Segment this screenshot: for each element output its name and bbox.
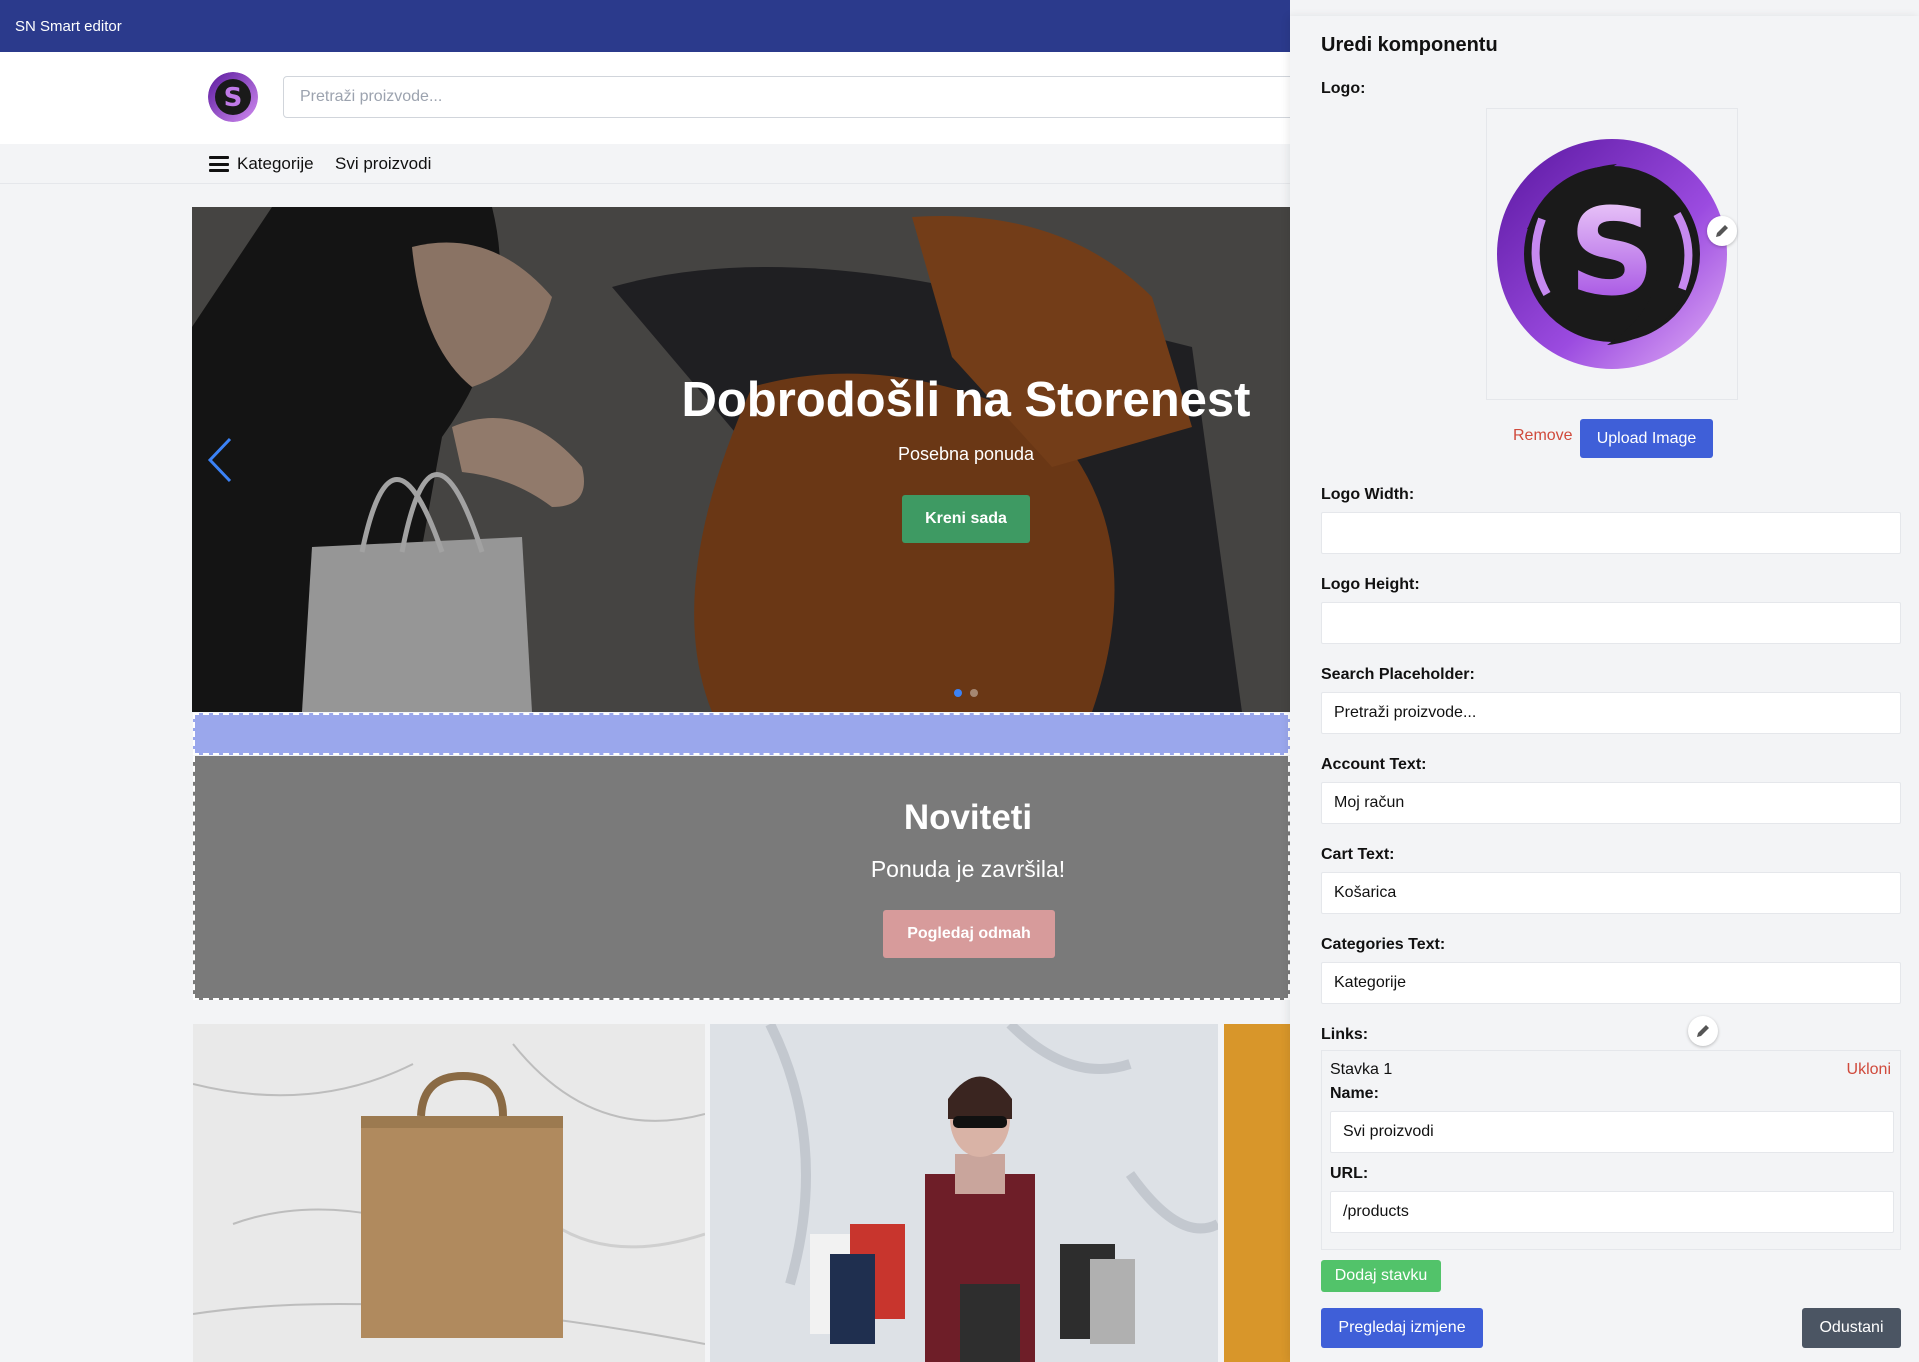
logo-width-label: Logo Width: xyxy=(1321,486,1415,503)
link-url-label: URL: xyxy=(1330,1165,1369,1182)
remove-link-item[interactable]: Ukloni xyxy=(1847,1061,1891,1079)
edit-links-pencil-icon[interactable] xyxy=(1688,1016,1718,1046)
component-drop-zone[interactable] xyxy=(193,713,1290,755)
hamburger-menu-icon[interactable] xyxy=(209,156,229,172)
logo-preview: S xyxy=(1486,108,1738,400)
store-search-input[interactable] xyxy=(283,76,1323,118)
categories-text-input[interactable] xyxy=(1321,962,1901,1004)
hero-title: Dobrodošli na Storenest xyxy=(681,373,1251,427)
editor-topbar: SN Smart editor xyxy=(0,0,1290,52)
chevron-left-icon[interactable] xyxy=(204,435,234,485)
link-item-title: Stavka 1 xyxy=(1330,1061,1393,1078)
cancel-button[interactable]: Odustani xyxy=(1802,1308,1901,1348)
nav-categories[interactable]: Kategorije xyxy=(237,154,314,174)
panel-title: Uredi komponentu xyxy=(1321,34,1498,56)
nav-all-products[interactable]: Svi proizvodi xyxy=(335,154,431,174)
hero-subtitle: Posebna ponuda xyxy=(897,444,1035,464)
slider-dot[interactable] xyxy=(970,689,978,697)
product-tile[interactable] xyxy=(1224,1024,1290,1362)
svg-text:S: S xyxy=(1569,184,1655,323)
link-name-input[interactable] xyxy=(1330,1111,1894,1153)
slider-dot[interactable] xyxy=(954,689,962,697)
cart-text-label: Cart Text: xyxy=(1321,846,1395,863)
account-text-input[interactable] xyxy=(1321,782,1901,824)
product-image xyxy=(710,1024,1218,1362)
upload-image-button[interactable]: Upload Image xyxy=(1580,419,1713,458)
add-item-button[interactable]: Dodaj stavku xyxy=(1321,1260,1441,1292)
links-label: Links: xyxy=(1321,1026,1369,1043)
promo-cta-button[interactable]: Pogledaj odmah xyxy=(883,910,1055,958)
product-image xyxy=(193,1024,705,1362)
promo-section[interactable]: Noviteti Ponuda je završila! Pogledaj od… xyxy=(193,756,1290,1000)
store-header: S xyxy=(0,52,1323,144)
cart-text-input[interactable] xyxy=(1321,872,1901,914)
svg-text:S: S xyxy=(224,83,243,113)
product-tile[interactable] xyxy=(710,1024,1218,1362)
product-tile[interactable] xyxy=(193,1024,705,1362)
link-item-card: Stavka 1 Ukloni Name: URL: xyxy=(1321,1050,1901,1250)
account-text-label: Account Text: xyxy=(1321,756,1427,773)
preview-changes-button[interactable]: Pregledaj izmjene xyxy=(1321,1308,1483,1348)
logo-width-input[interactable] xyxy=(1321,512,1901,554)
hero-slider: Dobrodošli na Storenest Posebna ponuda K… xyxy=(192,207,1290,712)
categories-text-label: Categories Text: xyxy=(1321,936,1446,953)
remove-logo-link[interactable]: Remove xyxy=(1513,427,1573,445)
search-placeholder-label: Search Placeholder: xyxy=(1321,666,1475,683)
link-url-input[interactable] xyxy=(1330,1191,1894,1233)
slider-dots xyxy=(954,689,978,697)
search-placeholder-input[interactable] xyxy=(1321,692,1901,734)
store-logo[interactable]: S xyxy=(208,72,258,122)
logo-label: Logo: xyxy=(1321,80,1366,97)
app-title: SN Smart editor xyxy=(15,17,122,35)
logo-height-label: Logo Height: xyxy=(1321,576,1420,593)
logo-height-input[interactable] xyxy=(1321,602,1901,644)
logo-image: S xyxy=(1497,139,1727,369)
product-image xyxy=(1224,1024,1290,1362)
edit-logo-pencil-icon[interactable] xyxy=(1707,216,1737,246)
link-name-label: Name: xyxy=(1330,1085,1379,1102)
edit-component-panel: Uredi komponentu Logo: S Remove Upload I… xyxy=(1290,16,1919,1362)
store-nav-bar: Kategorije Svi proizvodi xyxy=(0,144,1290,184)
hero-cta-button[interactable]: Kreni sada xyxy=(902,495,1030,543)
